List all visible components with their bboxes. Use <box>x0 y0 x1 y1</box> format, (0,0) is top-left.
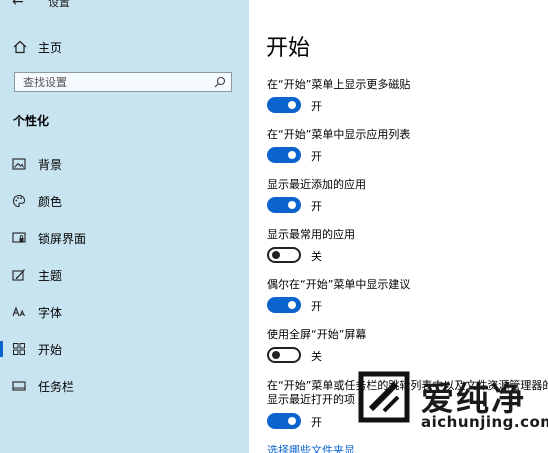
toggle-full-screen[interactable] <box>267 347 301 363</box>
setting-label: 在“开始”菜单上显示更多磁贴 <box>267 78 411 91</box>
choose-folders-link[interactable]: 选择哪些文件夹显 <box>267 442 355 453</box>
toggle-knob <box>288 301 296 309</box>
toggle-most-used[interactable] <box>267 247 301 263</box>
nav-home-label: 主页 <box>38 41 63 55</box>
search-box[interactable] <box>14 72 232 92</box>
toggle-state: 开 <box>311 416 322 429</box>
taskbar-icon <box>12 381 26 391</box>
palette-icon <box>12 194 26 208</box>
sidebar-item-fonts[interactable]: 字体 <box>0 300 249 324</box>
sidebar-item-colors[interactable]: 颜色 <box>0 189 249 213</box>
sidebar-item-start[interactable]: 开始 <box>0 337 249 361</box>
search-input[interactable] <box>23 74 203 90</box>
sidebar-item-themes[interactable]: 主题 <box>0 263 249 287</box>
back-arrow-icon[interactable]: ← <box>12 0 24 10</box>
setting-label: 显示最近添加的应用 <box>267 178 366 191</box>
toggle-knob <box>288 201 296 209</box>
setting-label: 偶尔在“开始”菜单中显示建议 <box>267 278 411 291</box>
toggle-state: 关 <box>311 250 322 263</box>
toggle-knob <box>272 251 280 259</box>
sidebar-item-taskbar[interactable]: 任务栏 <box>0 374 249 398</box>
selection-indicator <box>0 341 3 357</box>
setting-label: 在“开始”菜单中显示应用列表 <box>267 128 411 141</box>
toggle-knob <box>288 101 296 109</box>
toggle-state: 开 <box>311 150 322 163</box>
sidebar: ← 设置 主页 个性化 背景 颜色 <box>0 0 249 453</box>
toggle-knob <box>288 417 296 425</box>
toggle-state: 关 <box>311 350 322 363</box>
home-icon <box>13 40 27 54</box>
toggle-state: 开 <box>311 100 322 113</box>
sidebar-item-label: 字体 <box>38 306 63 320</box>
app-title: 设置 <box>48 0 70 9</box>
lock-screen-icon <box>12 232 26 243</box>
toggle-app-list[interactable] <box>267 147 301 163</box>
sidebar-item-label: 开始 <box>38 343 63 357</box>
sidebar-item-label: 颜色 <box>38 195 63 209</box>
theme-icon <box>12 269 25 281</box>
image-icon <box>12 158 26 170</box>
search-icon[interactable] <box>214 76 226 88</box>
title-bar: ← 设置 <box>0 0 249 14</box>
main-content: 开始 在“开始”菜单上显示更多磁贴 开 在“开始”菜单中显示应用列表 开 显示最… <box>249 0 548 453</box>
sidebar-item-lock-screen[interactable]: 锁屏界面 <box>0 226 249 250</box>
sidebar-item-background[interactable]: 背景 <box>0 152 249 176</box>
toggle-suggestions[interactable] <box>267 297 301 313</box>
toggle-recently-added[interactable] <box>267 197 301 213</box>
setting-label-line2: 显示最近打开的项 <box>267 393 355 406</box>
sidebar-item-label: 锁屏界面 <box>38 232 87 246</box>
toggle-state: 开 <box>311 300 322 313</box>
setting-label: 显示最常用的应用 <box>267 228 355 241</box>
sidebar-item-label: 主题 <box>38 269 63 283</box>
toggle-state: 开 <box>311 200 322 213</box>
start-icon <box>13 343 25 355</box>
toggle-knob <box>288 151 296 159</box>
font-icon <box>12 306 25 317</box>
sidebar-item-label: 任务栏 <box>38 380 75 394</box>
page-title: 开始 <box>266 36 311 61</box>
setting-label: 使用全屏“开始”屏幕 <box>267 328 367 341</box>
toggle-knob <box>272 351 280 359</box>
toggle-more-tiles[interactable] <box>267 97 301 113</box>
toggle-recent-items[interactable] <box>267 413 301 429</box>
sidebar-item-label: 背景 <box>38 158 63 172</box>
section-heading: 个性化 <box>13 114 50 128</box>
